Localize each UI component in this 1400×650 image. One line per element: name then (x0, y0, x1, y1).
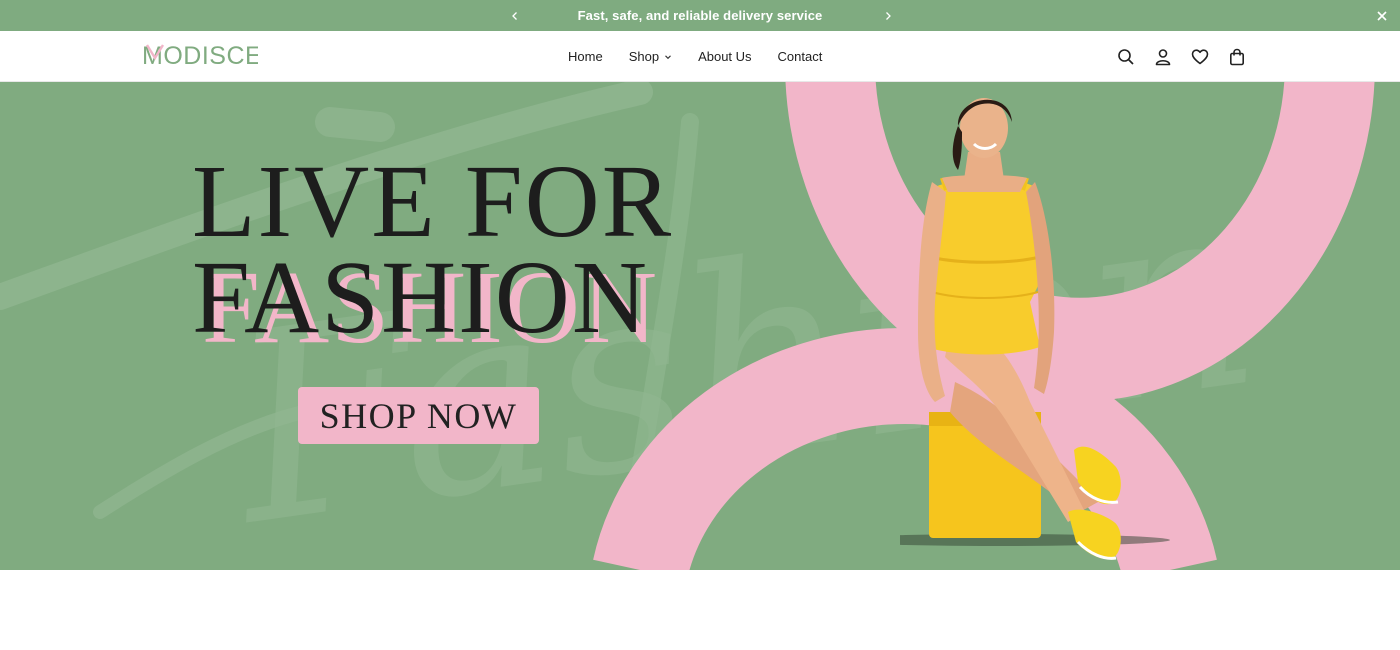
nav-item-label: About Us (698, 49, 752, 64)
announcement-bar: Fast, safe, and reliable delivery servic… (0, 0, 1400, 31)
nav-item-about-us[interactable]: About Us (698, 49, 751, 64)
svg-text:MODISCE: MODISCE (142, 42, 258, 70)
hero-banner: Fashion LIVE FOR FASHION FASHION SHOP NO… (0, 82, 1400, 570)
main-nav: Home Shop About Us Contact (568, 31, 822, 82)
hero-headline: LIVE FOR FASHION FASHION (192, 144, 674, 360)
cart-icon[interactable] (1227, 47, 1247, 67)
nav-item-label: Home (568, 49, 603, 64)
announcement-message: Fast, safe, and reliable delivery servic… (577, 8, 823, 23)
nav-item-contact[interactable]: Contact (778, 49, 823, 64)
nav-item-shop[interactable]: Shop (629, 49, 672, 64)
logo-mark: MODISCE (142, 42, 258, 70)
wishlist-icon[interactable] (1190, 47, 1210, 67)
chevron-left-icon[interactable] (503, 0, 527, 31)
chevron-right-icon[interactable] (876, 0, 900, 31)
headline-line-2: FASHION (192, 240, 650, 355)
chevron-down-icon (664, 53, 672, 61)
header-actions (1116, 31, 1247, 82)
account-icon[interactable] (1153, 47, 1173, 67)
logo[interactable]: MODISCE (142, 41, 258, 71)
headline-line-2-group: FASHION FASHION (192, 240, 673, 360)
headline-line-1: LIVE FOR (192, 144, 674, 259)
nav-item-home[interactable]: Home (568, 49, 603, 64)
nav-item-label: Contact (777, 49, 823, 64)
nav-item-label: Shop (628, 49, 660, 64)
close-icon[interactable] (1370, 0, 1394, 31)
hero-model-image (900, 98, 1170, 560)
search-icon[interactable] (1116, 47, 1136, 67)
shop-now-button[interactable]: SHOP NOW (298, 387, 539, 444)
site-header: MODISCE Home Shop About Us Contact (0, 31, 1400, 82)
